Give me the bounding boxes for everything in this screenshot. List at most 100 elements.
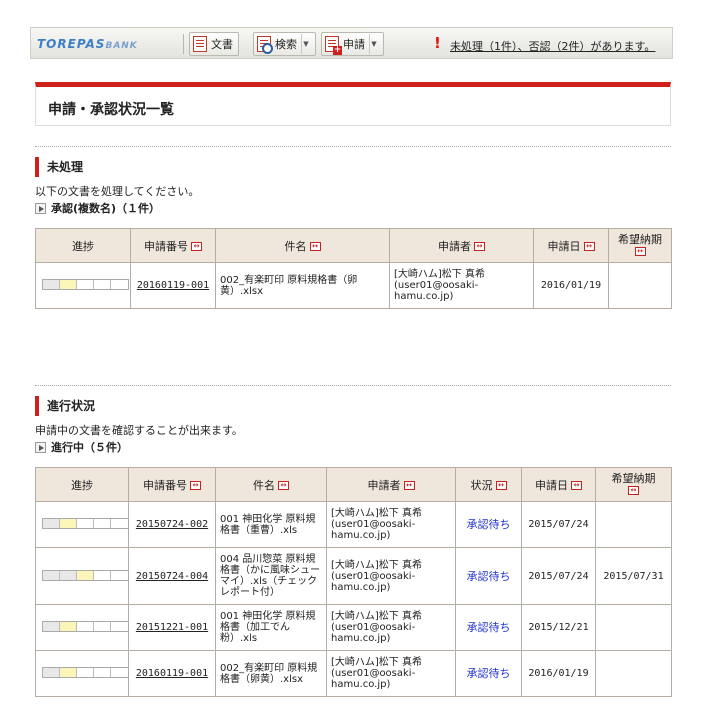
- pending-table: 進捗 申請番号 ↔ 件名 ↔ 申請者 ↔ 申請日 ↔ 希望納期 ↔ 20160119-00…: [35, 228, 672, 309]
- subject-cell: 001 神田化学 原料規格書（加工でん粉）.xls: [215, 604, 327, 651]
- application-date-cell: 2016/01/19: [533, 262, 609, 309]
- sort-icon[interactable]: ↔: [191, 242, 202, 251]
- subject-cell: 002_有楽町印 原料規格書（卵黄）.xlsx: [215, 650, 327, 697]
- col-due[interactable]: 希望納期 ↔: [595, 467, 672, 502]
- table-row[interactable]: 20160119-001 002_有楽町印 原料規格書（卵黄）.xlsx [大崎ハム…: [35, 650, 672, 697]
- subject-cell: 001 神田化学 原料規格書（重曹）.xls: [215, 501, 327, 548]
- col-subject[interactable]: 件名 ↔: [215, 467, 327, 502]
- pending-subheading[interactable]: 承認(複数名)（１件）: [35, 200, 160, 216]
- progress-segment: [60, 570, 77, 580]
- progress-segment: [43, 668, 60, 677]
- applicant-cell: [大崎ハム]松下 真希(user01@oosaki-hamu.co.jp): [326, 547, 456, 605]
- status-link[interactable]: 承認待ち: [455, 604, 522, 651]
- pending-description: 以下の文書を処理してください。: [35, 185, 200, 198]
- progress-segment: [94, 668, 111, 677]
- application-number-link[interactable]: 20150724-004: [128, 547, 216, 605]
- sort-icon[interactable]: ↔: [278, 481, 289, 490]
- progress-subheading[interactable]: 進行中（５件）: [35, 439, 128, 455]
- sort-icon[interactable]: ↔: [583, 242, 595, 251]
- progress-segment: [77, 519, 94, 528]
- table-row[interactable]: 20150724-004 004 品川惣菜 原料規格書（かに風味シューマイ）.xl…: [35, 547, 672, 605]
- toolbar: TOREPASBANK 文書 検索 ▼ 申請 ▼ ! 未処理（1件）、否認（2件…: [30, 27, 673, 59]
- page-title-bar: 申請・承認状況一覧: [35, 82, 671, 126]
- progress-heading: 進行状況: [35, 396, 95, 416]
- col-app-no[interactable]: 申請番号 ↔: [130, 228, 216, 263]
- progress-bar: [42, 621, 129, 632]
- sort-icon[interactable]: ↔: [571, 481, 582, 490]
- progress-bar: [42, 569, 129, 581]
- progress-segment: [111, 519, 128, 528]
- search-button[interactable]: 検索 ▼: [253, 32, 316, 56]
- status-link[interactable]: 承認待ち: [455, 650, 522, 697]
- col-date[interactable]: 申請日 ↔: [533, 228, 609, 263]
- page-title: 申請・承認状況一覧: [48, 102, 174, 118]
- application-date-cell: 2016/01/19: [521, 650, 596, 697]
- divider: [35, 385, 671, 386]
- col-app-no[interactable]: 申請番号 ↔: [128, 467, 216, 502]
- col-due[interactable]: 希望納期 ↔: [608, 228, 672, 263]
- col-subject[interactable]: 件名 ↔: [215, 228, 390, 263]
- sort-icon[interactable]: ↔: [634, 247, 646, 256]
- pending-subheading-label: 承認(複数名)（１件）: [51, 202, 161, 215]
- progress-segment: [43, 280, 60, 289]
- progress-segment: [94, 570, 111, 580]
- progress-segment: [43, 570, 60, 580]
- col-status[interactable]: 状況 ↔: [455, 467, 522, 502]
- sort-icon[interactable]: ↔: [628, 486, 639, 495]
- col-progress: 進捗: [35, 228, 131, 263]
- progress-segment: [77, 668, 94, 677]
- progress-segment: [111, 622, 128, 631]
- apply-button[interactable]: 申請 ▼: [321, 32, 384, 56]
- sort-icon[interactable]: ↔: [495, 481, 507, 490]
- due-date-cell: [595, 650, 672, 697]
- progress-segment: [77, 570, 94, 580]
- application-date-cell: 2015/07/24: [521, 547, 596, 605]
- status-link[interactable]: 承認待ち: [455, 501, 522, 548]
- warning-icon: !: [434, 34, 441, 52]
- sort-icon[interactable]: ↔: [474, 242, 485, 251]
- progress-segment: [60, 622, 77, 631]
- expand-triangle-icon[interactable]: [35, 202, 46, 214]
- applicant-cell: [大崎ハム]松下 真希(user01@oosaki-hamu.co.jp): [326, 650, 456, 697]
- application-date-cell: 2015/12/21: [521, 604, 596, 651]
- sort-icon[interactable]: ↔: [190, 481, 201, 490]
- search-button-label: 検索: [275, 38, 297, 51]
- sort-icon[interactable]: ↔: [403, 481, 415, 490]
- expand-triangle-icon[interactable]: [35, 441, 46, 453]
- chevron-down-icon[interactable]: ▼: [369, 34, 378, 54]
- table-row[interactable]: 20160119-001 002_有楽町印 原料規格書（卵黄）.xlsx [大崎ハム…: [35, 262, 672, 309]
- progress-segment: [111, 668, 128, 677]
- col-applicant[interactable]: 申請者 ↔: [326, 467, 456, 502]
- document-button[interactable]: 文書: [189, 32, 239, 56]
- divider: [35, 146, 671, 147]
- progress-segment: [77, 280, 94, 289]
- table-row[interactable]: 20150724-002 001 神田化学 原料規格書（重曹）.xls [大崎ハム]…: [35, 501, 672, 548]
- progress-segment: [43, 622, 60, 631]
- applicant-cell: [大崎ハム]松下 真希(user01@oosaki-hamu.co.jp): [326, 501, 456, 548]
- sort-icon[interactable]: ↔: [309, 242, 321, 251]
- progress-cell: [35, 501, 129, 548]
- application-number-link[interactable]: 20160119-001: [130, 262, 216, 309]
- progress-bar: [42, 279, 129, 290]
- progress-cell: [35, 547, 129, 605]
- logo-sub-text: BANK: [105, 41, 138, 51]
- chevron-down-icon[interactable]: ▼: [301, 34, 310, 54]
- torepas-bank-logo[interactable]: TOREPASBANK: [37, 37, 138, 51]
- application-number-link[interactable]: 20150724-002: [128, 501, 216, 548]
- progress-bar: [42, 667, 129, 678]
- document-icon: [193, 36, 207, 52]
- application-number-link[interactable]: 20160119-001: [128, 650, 216, 697]
- progress-bar: [42, 518, 129, 529]
- table-row[interactable]: 20151221-001 001 神田化学 原料規格書（加工でん粉）.xls [大崎…: [35, 604, 672, 651]
- progress-segment: [94, 519, 111, 528]
- application-date-cell: 2015/07/24: [521, 501, 596, 548]
- col-date[interactable]: 申請日 ↔: [521, 467, 596, 502]
- status-link[interactable]: 承認待ち: [455, 547, 522, 605]
- progress-segment: [60, 668, 77, 677]
- warning-link[interactable]: 未処理（1件）、否認（2件）があります。: [450, 38, 655, 54]
- application-number-link[interactable]: 20151221-001: [128, 604, 216, 651]
- progress-cell: [35, 650, 129, 697]
- applicant-cell: [大崎ハム]松下 真希(user01@oosaki-hamu.co.jp): [389, 262, 534, 309]
- col-applicant[interactable]: 申請者 ↔: [389, 228, 534, 263]
- progress-segment: [111, 570, 128, 580]
